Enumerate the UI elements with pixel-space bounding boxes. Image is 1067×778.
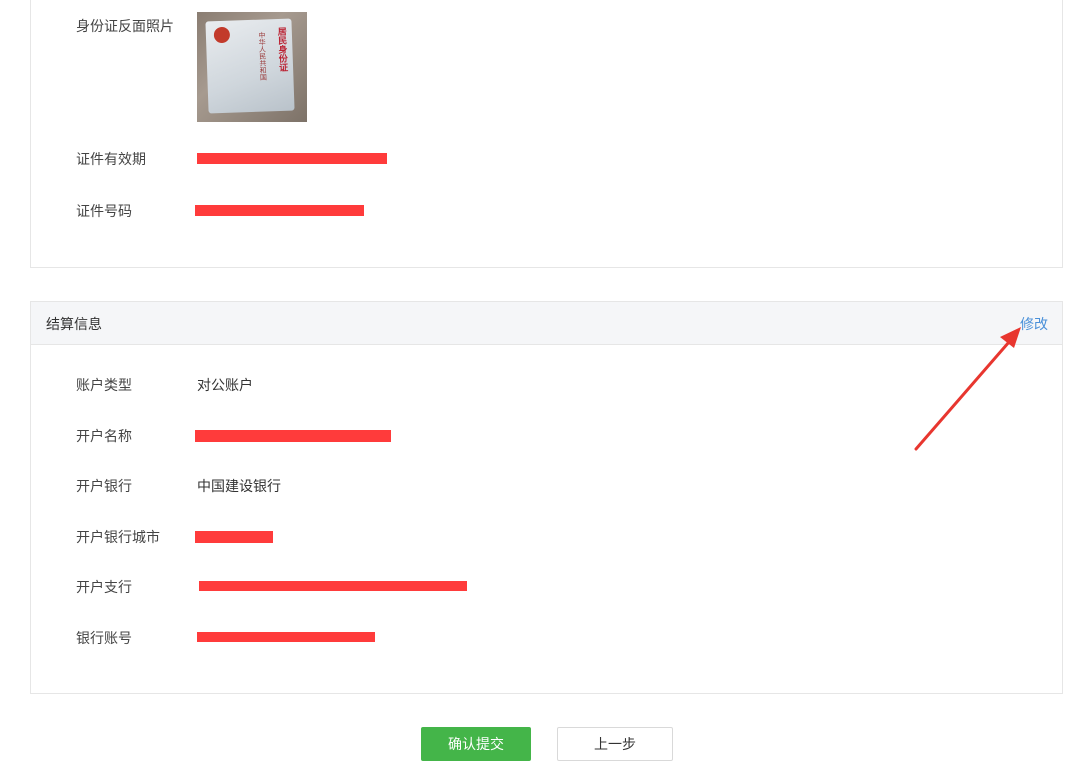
account-number-redaction	[197, 632, 375, 642]
id-card-image: 居民身份证 中华人民共和国	[205, 18, 295, 114]
id-card-title: 中华人民共和国	[257, 31, 268, 81]
settlement-info-panel: 结算信息 修改 账户类型 对公账户 开户名称 开户银行 中国建设银行 开户银行城…	[30, 301, 1063, 694]
id-info-panel: 身份证反面照片 居民身份证 中华人民共和国 证件有效期 证件号码	[30, 0, 1063, 268]
id-card-subtitle: 居民身份证	[275, 26, 288, 73]
settlement-panel-title: 结算信息	[46, 317, 102, 333]
bank-city-label: 开户银行城市	[76, 530, 160, 546]
id-validity-label: 证件有效期	[76, 152, 146, 168]
account-type-label: 账户类型	[76, 378, 132, 394]
settlement-panel-header: 结算信息 修改	[31, 302, 1062, 345]
national-emblem-icon	[213, 26, 231, 44]
id-number-label: 证件号码	[76, 204, 132, 220]
id-back-photo-label: 身份证反面照片	[76, 19, 174, 35]
id-validity-redaction	[197, 153, 387, 164]
bank-city-redaction	[195, 531, 273, 543]
branch-redaction	[199, 581, 467, 591]
account-name-redaction	[195, 430, 391, 442]
bank-value: 中国建设银行	[197, 479, 281, 495]
account-number-label: 银行账号	[76, 631, 132, 647]
bank-label: 开户银行	[76, 479, 132, 495]
confirm-submit-button[interactable]: 确认提交	[421, 727, 531, 761]
account-type-value: 对公账户	[197, 378, 253, 394]
edit-settlement-link[interactable]: 修改	[1020, 314, 1048, 334]
id-number-redaction	[195, 205, 364, 216]
account-name-label: 开户名称	[76, 429, 132, 445]
previous-step-button[interactable]: 上一步	[557, 727, 673, 761]
branch-label: 开户支行	[76, 580, 132, 596]
id-back-photo[interactable]: 居民身份证 中华人民共和国	[197, 12, 307, 122]
